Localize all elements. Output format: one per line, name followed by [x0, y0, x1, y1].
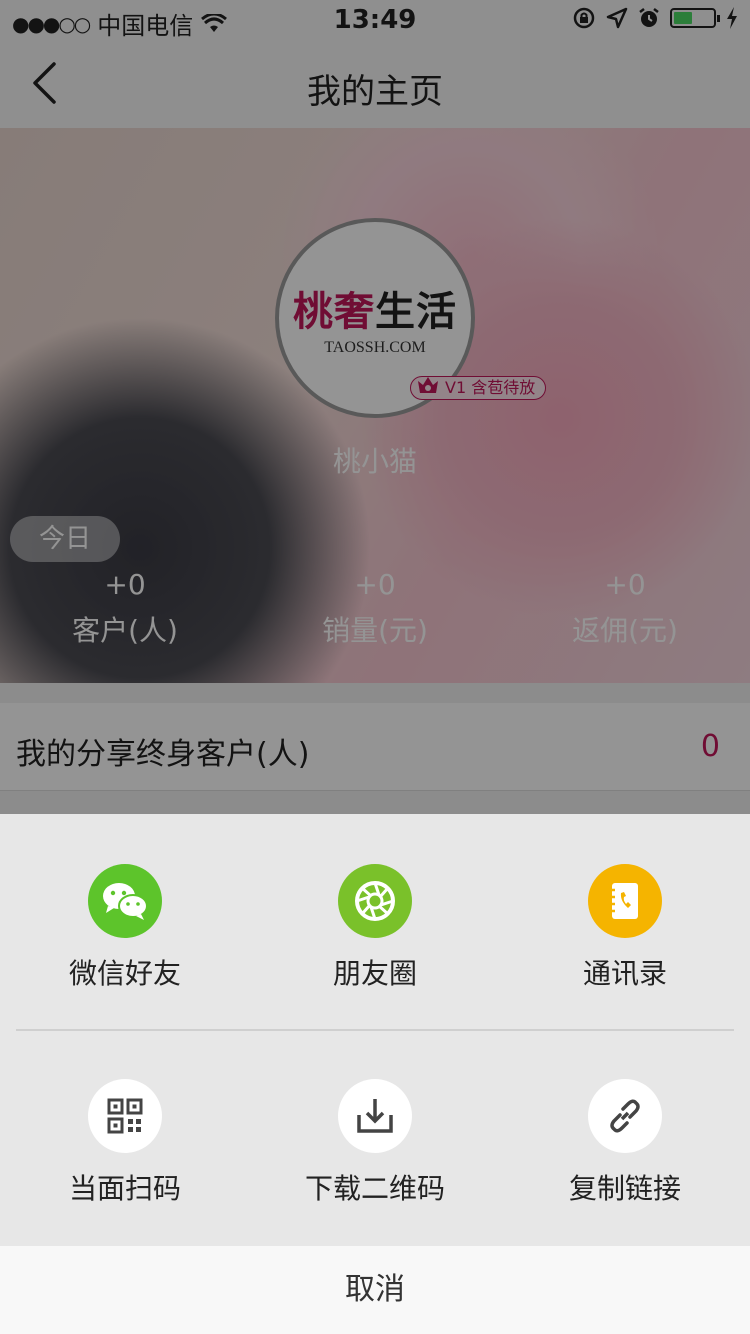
share-label: 微信好友 [68, 957, 181, 990]
share-label: 朋友圈 [332, 957, 417, 990]
share-copy-link[interactable]: 复制链接 [500, 1079, 750, 1207]
divider [16, 1029, 734, 1031]
download-icon [338, 1079, 412, 1153]
share-label: 复制链接 [568, 1172, 681, 1205]
share-row-social: 微信好友 朋友圈 通讯录 [0, 864, 750, 992]
share-label: 当面扫码 [68, 1172, 181, 1205]
wechat-icon [88, 864, 162, 938]
share-download-qrcode[interactable]: 下载二维码 [250, 1079, 500, 1207]
moments-icon [338, 864, 412, 938]
share-label: 下载二维码 [304, 1172, 445, 1205]
share-scan-face-to-face[interactable]: 当面扫码 [0, 1079, 250, 1207]
share-sheet: 微信好友 朋友圈 通讯录 当面扫码 下载二维码 复制链接 取消 [0, 814, 750, 1334]
qrcode-icon [88, 1079, 162, 1153]
cancel-button[interactable]: 取消 [0, 1246, 750, 1334]
share-wechat-friend[interactable]: 微信好友 [0, 864, 250, 992]
link-icon [588, 1079, 662, 1153]
contacts-icon [588, 864, 662, 938]
share-contacts[interactable]: 通讯录 [500, 864, 750, 992]
share-row-tools: 当面扫码 下载二维码 复制链接 [0, 1079, 750, 1207]
share-moments[interactable]: 朋友圈 [250, 864, 500, 992]
share-label: 通讯录 [582, 957, 667, 990]
